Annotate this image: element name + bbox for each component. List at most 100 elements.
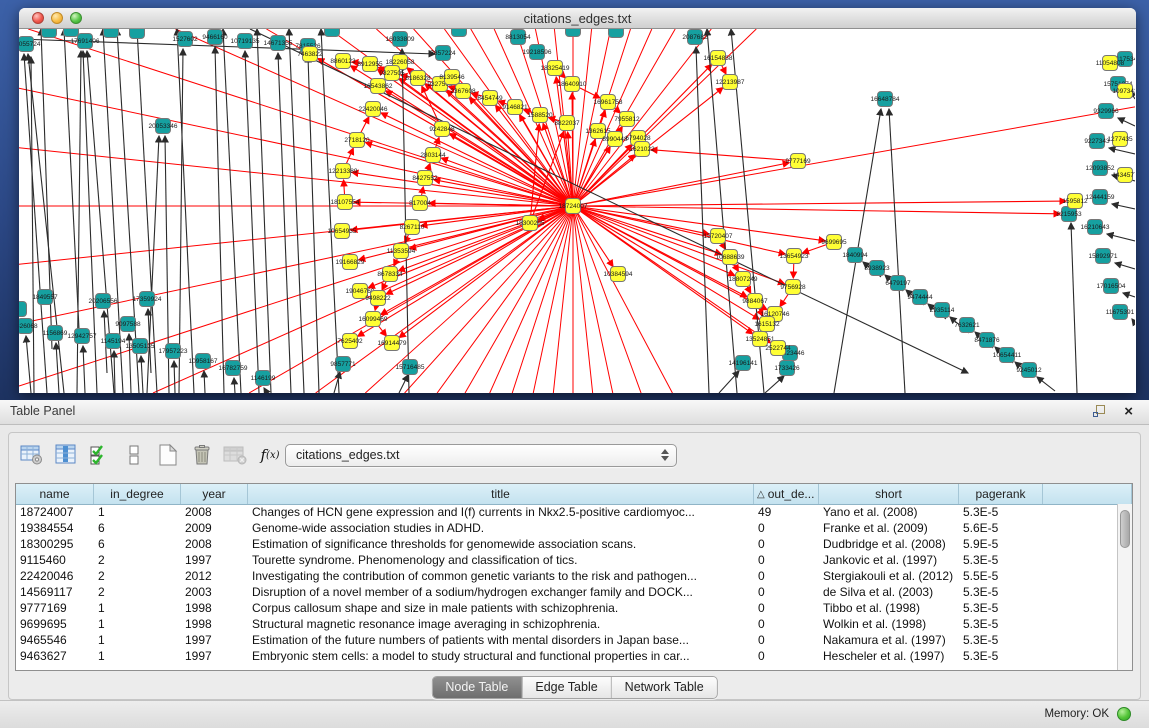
function-builder-icon[interactable]: f(x): [256, 442, 284, 468]
table-cell: Estimation of significance thresholds fo…: [248, 536, 754, 552]
graph-node-label: 8139546: [439, 74, 465, 81]
memory-ok-indicator[interactable]: [1117, 707, 1131, 721]
table-cell: 0: [754, 536, 819, 552]
desktop-background: citations_edges.txt 14055724176914061527…: [0, 0, 1149, 400]
table-cell: 9463627: [16, 648, 94, 664]
graph-node-label: 7955812: [614, 116, 640, 123]
graph-node-label: 8822037: [554, 120, 580, 127]
graph-node-label: 1615132: [754, 321, 780, 328]
delete-table-icon[interactable]: [222, 442, 250, 468]
table-scrollbar[interactable]: [1117, 504, 1132, 670]
column-header-year[interactable]: year: [181, 484, 248, 504]
network-canvas[interactable]: 1405572417691406152760294661601071913514…: [19, 29, 1135, 393]
graph-node-label: 2326068: [19, 323, 38, 330]
table-cell: 0: [754, 584, 819, 600]
column-header-in_degree[interactable]: in_degree: [94, 484, 181, 504]
graph-node-label: 12444159: [1086, 194, 1115, 201]
table-row[interactable]: 1830029562008Estimation of significance …: [16, 536, 1117, 552]
column-header-out_de[interactable]: △out_de...: [754, 484, 819, 504]
graph-node[interactable]: [42, 29, 57, 38]
graph-node-label: 9227343: [1084, 138, 1110, 145]
graph-edge: [573, 206, 785, 254]
graph-node-label: 14671355: [264, 40, 293, 47]
graph-node-label: 9146821: [502, 104, 528, 111]
graph-node[interactable]: [130, 29, 145, 39]
graph-edge: [573, 206, 825, 241]
graph-node-label: 16914479: [378, 340, 407, 347]
table-row[interactable]: 1456911722003Disruption of a novel membe…: [16, 584, 1117, 600]
float-panel-icon[interactable]: [1092, 404, 1107, 423]
table-cell: 1997: [181, 632, 248, 648]
graph-node[interactable]: [19, 302, 27, 317]
combo-arrows-icon: [661, 449, 669, 461]
new-table-icon[interactable]: [154, 442, 182, 468]
graph-node-label: 15720407: [704, 233, 733, 240]
graph-node-label: 9466160: [202, 34, 228, 41]
graph-node-label: 9498222: [365, 295, 391, 302]
graph-node-label: 18640910: [558, 81, 587, 88]
table-row[interactable]: 1872400712008Changes of HCN gene express…: [16, 504, 1117, 520]
graph-node-label: 17957223: [159, 348, 188, 355]
column-header-short[interactable]: short: [819, 484, 959, 504]
graph-edge: [1037, 377, 1055, 391]
table-row[interactable]: 2242004622012Investigating the contribut…: [16, 568, 1117, 584]
graph-node-label: 1156869: [43, 330, 68, 337]
table-cell: 5.9E-5: [959, 536, 1043, 552]
close-panel-icon[interactable]: ×: [1124, 404, 1133, 419]
table-row[interactable]: 946554611997Estimation of the future num…: [16, 632, 1117, 648]
graph-node[interactable]: [325, 29, 340, 37]
show-columns-icon[interactable]: [52, 442, 80, 468]
trash-icon[interactable]: [188, 442, 216, 468]
table-cell: 0: [754, 600, 819, 616]
graph-node-label: 9756928: [780, 284, 806, 291]
graph-node-label: 1146199: [251, 375, 276, 382]
graph-node-label: 9329966: [1093, 108, 1119, 115]
tab-network-table[interactable]: Network Table: [611, 677, 717, 698]
table-cell: Hescheler et al. (1997): [819, 648, 959, 664]
node-table[interactable]: namein_degreeyeartitle△out_de...shortpag…: [15, 483, 1133, 671]
graph-node-label: 8454749: [477, 95, 503, 102]
table-row[interactable]: 1938455462009Genome-wide association stu…: [16, 520, 1117, 536]
graph-node[interactable]: [609, 29, 624, 38]
graph-node-label: 1621022: [629, 146, 655, 153]
graph-node-label: 12093852: [1086, 165, 1115, 172]
graph-node-label: 6479197: [885, 280, 911, 287]
column-header-pagerank[interactable]: pagerank: [959, 484, 1043, 504]
table-cell: Structural magnetic resonance image aver…: [248, 616, 754, 632]
table-cell: 1: [94, 616, 181, 632]
window-titlebar[interactable]: citations_edges.txt: [19, 8, 1136, 29]
network-window[interactable]: citations_edges.txt 14055724176914061527…: [19, 8, 1136, 393]
graph-node[interactable]: [452, 29, 467, 37]
graph-node[interactable]: [104, 29, 119, 38]
graph-node-label: 11353594: [387, 248, 416, 255]
graph-node-label: 1277435: [1107, 136, 1133, 143]
table-row[interactable]: 969969511998Structural magnetic resonanc…: [16, 616, 1117, 632]
graph-node-label: 8912955: [357, 61, 383, 68]
row-selection-icon[interactable]: [86, 442, 114, 468]
table-options-icon[interactable]: [18, 442, 46, 468]
table-row[interactable]: 911546021997Tourette syndrome. Phenomeno…: [16, 552, 1117, 568]
graph-edge: [465, 206, 573, 393]
graph-edge: [573, 107, 1135, 206]
table-scrollbar-thumb[interactable]: [1120, 510, 1130, 548]
table-cell: 0: [754, 616, 819, 632]
network-table-selector[interactable]: citations_edges.txt: [285, 444, 677, 467]
graph-node-label: 6794028: [625, 135, 651, 142]
graph-node-label: 12942757: [68, 333, 97, 340]
network-graph[interactable]: 1405572417691406152760294661601071913514…: [19, 29, 1135, 393]
toggle-rows-icon[interactable]: [120, 442, 148, 468]
table-cell: 1998: [181, 600, 248, 616]
column-header-name[interactable]: name: [16, 484, 94, 504]
tab-edge-table[interactable]: Edge Table: [521, 677, 610, 698]
graph-edge: [264, 388, 267, 393]
table-cell: 1997: [181, 648, 248, 664]
table-row[interactable]: 946362711997Embryonic stem cells: a mode…: [16, 648, 1117, 664]
graph-edge: [245, 51, 259, 393]
graph-node[interactable]: [566, 29, 581, 37]
graph-node[interactable]: [64, 29, 79, 37]
table-row[interactable]: 977716911998Corpus callosum shape and si…: [16, 600, 1117, 616]
column-header-title[interactable]: title: [248, 484, 754, 504]
table-cell: 5.6E-5: [959, 520, 1043, 536]
graph-node-label: 14055724: [19, 41, 41, 48]
tab-node-table[interactable]: Node Table: [432, 677, 521, 698]
